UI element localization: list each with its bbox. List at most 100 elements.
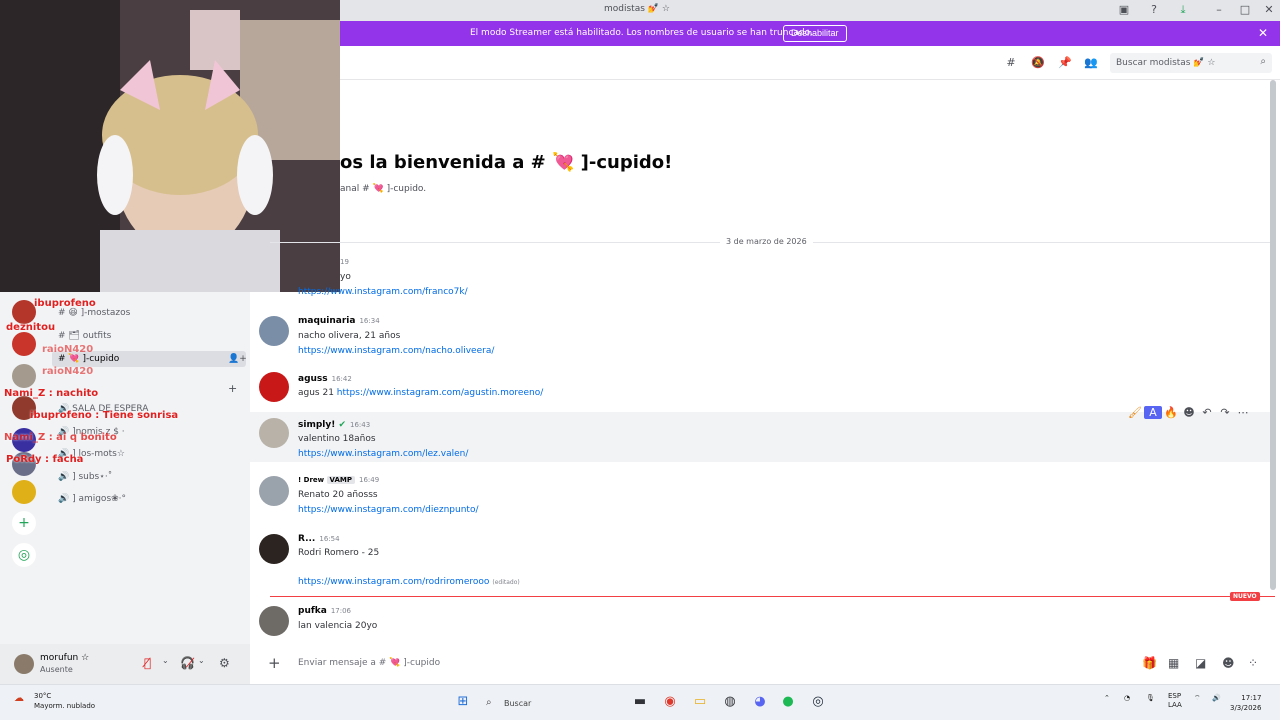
message-author[interactable]: ! Drew VAMP 16:49 [298,476,379,484]
network-icon[interactable]: ◔ [1124,694,1130,702]
gear-icon[interactable]: ⚙ [219,656,230,670]
disable-streamer-button[interactable]: Deshabilitar [783,25,847,42]
message-actions-toolbar: 🖌 A 🔥 ☻ ↶ ↷ ⋯ [1126,406,1256,420]
message-composer[interactable]: + Enviar mensaje a # 💘 ]-cupido 🎁 ▦ ◪ ☻ … [250,644,1280,684]
fire-icon[interactable]: 🔥 [1162,406,1180,419]
create-channel-icon[interactable]: + [228,382,237,395]
obs-icon[interactable]: ◍ [722,694,738,710]
wifi-icon[interactable]: ⌔ [1194,694,1201,703]
sticker-icon[interactable]: ◪ [1195,656,1206,670]
message-text: Rodri Romero - 25 [298,548,380,558]
avatar[interactable] [259,606,289,636]
username: morufun ☆ [40,653,90,663]
member-list-icon[interactable]: 👥 [1084,56,1098,70]
message-link[interactable]: https://www.instagram.com/agustin.moreen… [337,388,543,398]
message-author[interactable]: R... 16:54 [298,534,340,544]
message-link[interactable]: https://www.instagram.com/rodriromerooo [298,577,489,587]
minimize-icon[interactable]: – [1212,3,1226,17]
maximize-icon[interactable]: □ [1238,3,1252,17]
chevron-up-icon[interactable]: ⌃ [1104,694,1110,702]
weather-widget[interactable]: 30°C Mayorm. nublado [34,691,95,711]
paint-icon[interactable]: 🖌 [1126,406,1144,419]
gif-icon[interactable]: ▦ [1168,656,1179,670]
message-text: yo [340,272,351,282]
avatar[interactable] [259,372,289,402]
author-name[interactable]: R... [298,534,315,544]
threads-icon[interactable]: # [1004,56,1018,70]
message-text: nacho olivera, 21 años [298,331,401,341]
download-icon[interactable]: ⤓ [1176,3,1190,17]
author-name[interactable]: pufka [298,606,327,616]
streamer-mode-message: El modo Streamer está habilitado. Los no… [470,28,813,38]
help-icon[interactable]: ? [1147,3,1161,17]
add-server-icon[interactable]: + [12,511,36,535]
system-clock[interactable]: 17:17 3/3/2026 [1230,693,1261,713]
channel-mostazos[interactable]: # 😆 ]-mostazos [58,308,130,318]
emoji-icon[interactable]: ☻ [1222,656,1235,670]
clock-date: 3/3/2026 [1230,704,1262,712]
add-attachment-icon[interactable]: + [268,654,281,672]
author-name[interactable]: ! Drew [298,476,324,484]
discord-icon[interactable]: ◕ [752,694,768,710]
author-name[interactable]: aguss [298,374,328,384]
close-banner-icon[interactable]: ✕ [1258,26,1268,40]
avatar[interactable] [259,534,289,564]
file-explorer-icon[interactable]: ▭ [692,694,708,710]
voice-channel-subs[interactable]: 🔊 ] subs⋆·˚ [58,472,112,482]
message-author[interactable]: simply! ✔ 16:43 [298,420,370,430]
gift-icon[interactable]: 🎁 [1142,656,1157,670]
message-author[interactable]: aguss 16:42 [298,374,352,384]
message-input[interactable]: Enviar mensaje a # 💘 ]-cupido [298,658,440,668]
mic-muted-icon[interactable]: 🎙̸ [144,656,151,670]
forward-icon[interactable]: ↷ [1216,406,1234,419]
message-link[interactable]: https://www.instagram.com/lez.valen/ [298,449,468,459]
chevron-down-icon[interactable]: ⌄ [198,656,205,665]
message-link[interactable]: https://www.instagram.com/dieznpunto/ [298,505,479,515]
mic-icon[interactable]: 🎙 [1146,694,1155,702]
more-icon[interactable]: ⋯ [1234,406,1252,419]
invite-icon[interactable]: 👤+ [228,354,247,364]
author-name[interactable]: simply! [298,420,335,430]
chat-scrollbar[interactable] [1270,80,1276,590]
taskbar-search-label: Buscar [504,699,532,708]
chevron-down-icon[interactable]: ⌄ [162,656,169,665]
voice-channel-amigos[interactable]: 🔊 ] amigos❀·° [58,494,126,504]
pin-icon[interactable]: 📌 [1058,56,1072,70]
volume-icon[interactable]: 🔊 [1212,694,1221,702]
explore-servers-icon[interactable]: ◎ [12,543,36,567]
close-window-icon[interactable]: ✕ [1262,3,1276,17]
windows-start-icon[interactable]: ⊞ [455,694,471,710]
stream-chat-message: Nami_Z : nachito [4,388,99,399]
message-link[interactable]: https://www.instagram.com/franco7k/ [298,287,468,297]
translate-icon[interactable]: A [1144,406,1162,419]
taskbar-search[interactable]: ⌕ Buscar [478,694,596,714]
search-input[interactable]: Buscar modistas 💅 ☆ ⌕ [1110,53,1272,73]
steam-icon[interactable]: ◎ [810,694,826,710]
reply-icon[interactable]: ↶ [1198,406,1216,419]
server-icon[interactable] [12,332,36,356]
add-reaction-icon[interactable]: ☻ [1180,406,1198,419]
message-hovered: simply! ✔ 16:43 valentino 18años https://… [250,412,1270,462]
server-icon[interactable] [12,300,36,324]
avatar[interactable] [259,476,289,506]
avatar[interactable] [259,316,289,346]
message-author[interactable]: maquinaria 16:34 [298,316,380,326]
mute-notifications-icon[interactable]: 🔕 [1031,56,1045,70]
message-author[interactable]: pufka 17:06 [298,606,351,616]
server-icon[interactable] [12,480,36,504]
language-indicator[interactable]: ESP LAA [1168,692,1182,710]
headphones-muted-icon[interactable]: 🎧̸ [180,656,195,670]
task-view-icon[interactable]: ▬ [632,694,648,710]
apps-icon[interactable]: ⁘ [1248,656,1258,670]
chrome-icon[interactable]: ◉ [662,694,678,710]
spotify-icon[interactable]: ● [780,694,796,710]
avatar[interactable] [14,654,34,674]
message-link[interactable]: https://www.instagram.com/nacho.oliveera… [298,346,494,356]
server-tag[interactable]: VAMP [326,476,356,484]
inbox-icon[interactable]: ▣ [1117,3,1131,17]
avatar[interactable] [259,418,289,448]
server-icon[interactable] [12,364,36,388]
channel-outfits[interactable]: # 🗂 outfits [58,331,111,341]
author-name[interactable]: maquinaria [298,316,355,326]
weather-desc: Mayorm. nublado [34,702,96,710]
